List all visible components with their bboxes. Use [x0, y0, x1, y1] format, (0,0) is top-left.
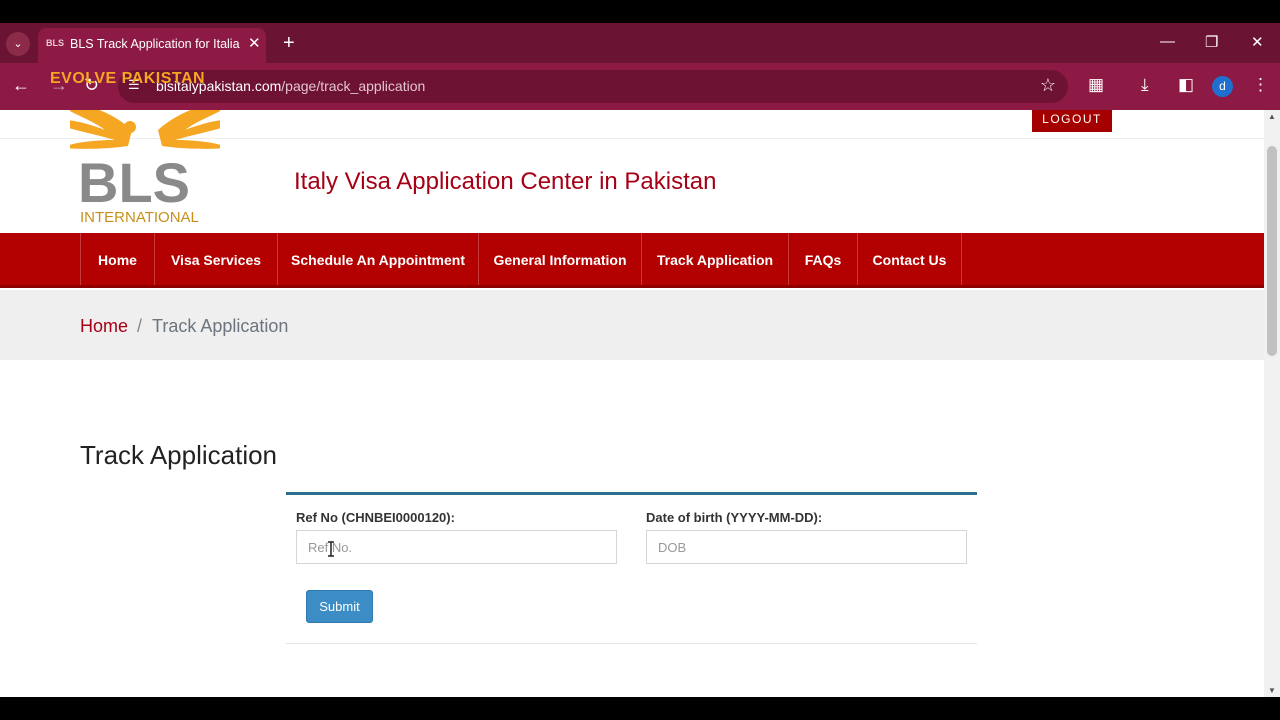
breadcrumb: Home / Track Application — [0, 290, 1264, 360]
minimize-icon[interactable]: — — [1160, 33, 1175, 50]
web-page: LOGOUT BLS INTERNATIONAL Italy Visa Appl… — [0, 110, 1264, 697]
restore-icon[interactable]: ❐ — [1205, 33, 1218, 51]
breadcrumb-current: Track Application — [152, 316, 289, 336]
nav-faqs[interactable]: FAQs — [788, 233, 857, 285]
dob-label: Date of birth (YYYY-MM-DD): — [646, 510, 823, 525]
download-icon[interactable]: ⤓ — [1141, 75, 1149, 95]
nav-contact-us[interactable]: Contact Us — [857, 233, 962, 285]
side-panel-icon[interactable]: ◧ — [1178, 75, 1194, 95]
page-scrollbar[interactable]: ▲ ▼ — [1264, 110, 1280, 697]
nav-visa-services[interactable]: Visa Services — [154, 233, 277, 285]
breadcrumb-separator: / — [137, 316, 143, 336]
logo-subtext: INTERNATIONAL — [80, 209, 199, 226]
text-cursor-icon — [328, 541, 334, 557]
extensions-icon[interactable]: ▦ — [1088, 75, 1104, 95]
site-title: Italy Visa Application Center in Pakista… — [294, 168, 717, 195]
scroll-up-icon[interactable]: ▲ — [1268, 112, 1276, 121]
scrollbar-thumb[interactable] — [1267, 146, 1277, 356]
nav-general-information[interactable]: General Information — [478, 233, 641, 285]
bls-logo[interactable]: BLS INTERNATIONAL — [70, 110, 220, 228]
scroll-down-icon[interactable]: ▼ — [1268, 686, 1276, 695]
dob-input[interactable] — [646, 530, 967, 564]
main-nav: Home Visa Services Schedule An Appointme… — [0, 233, 1264, 288]
logo-text: BLS — [78, 151, 190, 214]
screen-bottom-border — [0, 697, 1280, 720]
site-header: LOGOUT BLS INTERNATIONAL Italy Visa Appl… — [0, 110, 1264, 233]
ref-no-input[interactable] — [296, 530, 617, 564]
browser-tab-bar: ⌄ BLS BLS Track Application for Italian … — [0, 23, 1280, 63]
browser-tab[interactable]: BLS BLS Track Application for Italian ✕ — [38, 28, 266, 63]
nav-home[interactable]: Home — [80, 233, 154, 285]
logout-button[interactable]: LOGOUT — [1032, 110, 1112, 132]
nav-schedule-appointment[interactable]: Schedule An Appointment — [277, 233, 478, 285]
tab-search-icon[interactable]: ⌄ — [6, 32, 30, 56]
tab-close-icon[interactable]: ✕ — [248, 34, 261, 52]
menu-kebab-icon[interactable]: ⋮ — [1252, 75, 1269, 95]
tab-favicon: BLS — [46, 38, 64, 48]
new-tab-icon[interactable]: + — [283, 31, 295, 55]
back-icon[interactable]: ← — [12, 75, 30, 96]
screen-top-border — [0, 0, 1280, 23]
breadcrumb-home-link[interactable]: Home — [80, 316, 128, 337]
bookmark-star-icon[interactable]: ☆ — [1040, 75, 1056, 96]
evolve-pakistan-watermark: EVOLVE PAKISTAN — [50, 70, 206, 87]
submit-button[interactable]: Submit — [306, 590, 373, 623]
page-title: Track Application — [80, 440, 278, 470]
profile-avatar[interactable]: d — [1212, 76, 1233, 97]
window-close-icon[interactable]: ✕ — [1251, 33, 1264, 51]
wings-graphic — [70, 110, 220, 149]
address-bar[interactable]: ☰ blsitalypakistan.com/page/track_applic… — [118, 70, 1068, 103]
nav-track-application[interactable]: Track Application — [641, 233, 788, 285]
tab-title: BLS Track Application for Italian — [70, 37, 240, 51]
ref-no-label: Ref No (CHNBEI0000120): — [296, 510, 455, 525]
track-form-card: Ref No (CHNBEI0000120): Date of birth (Y… — [286, 492, 977, 644]
